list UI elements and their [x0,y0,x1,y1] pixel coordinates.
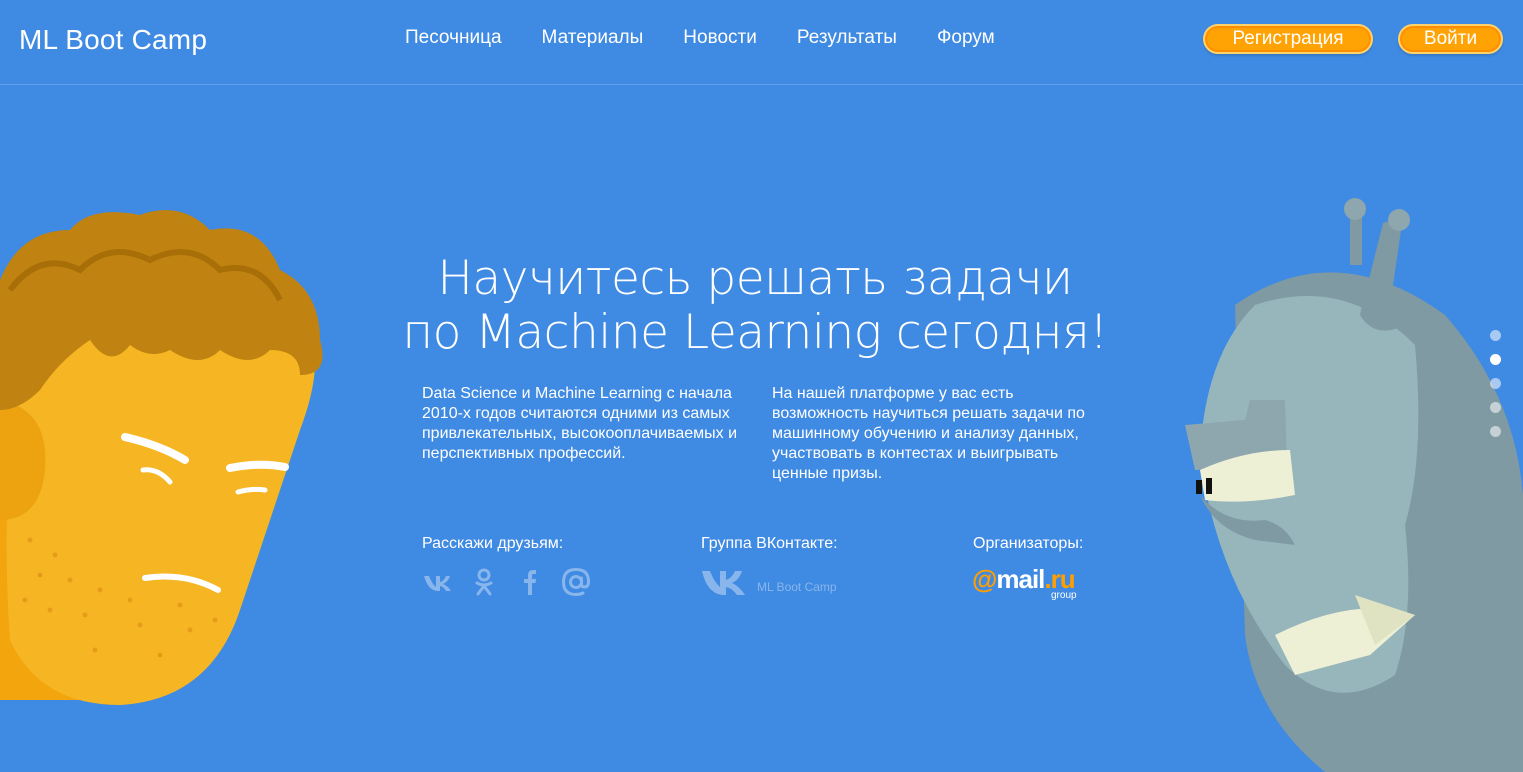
vk-icon[interactable] [422,566,454,598]
mailru-logo-group: group [1051,590,1077,601]
share-label: Расскажи друзьям: [422,535,564,552]
hero-title: Научитесь решать задачи по Machine Learn… [380,252,1130,360]
mailru-logo-at: @ [972,564,997,594]
odnoklassniki-icon[interactable] [468,566,500,598]
intro-paragraph-left: Data Science и Machine Learning с начала… [422,385,738,462]
hero-title-line-1: Научитесь решать задачи [437,251,1073,306]
slide-dot-1[interactable] [1490,330,1501,341]
intro-paragraph-right: На нашей платформе у вас есть возможност… [772,385,1085,482]
slide-dot-4[interactable] [1490,402,1501,413]
login-button[interactable]: Войти [1398,24,1503,54]
facebook-icon[interactable] [514,566,546,598]
register-button[interactable]: Регистрация [1203,24,1373,54]
nav-item-materials[interactable]: Материалы [542,27,644,49]
slider-pagination [1490,330,1501,450]
organizers-label: Организаторы: [973,535,1084,552]
slide-dot-5[interactable] [1490,426,1501,437]
slide-dot-3[interactable] [1490,378,1501,389]
vk-logo-icon [702,571,745,595]
main-nav: Песочница Материалы Новости Результаты Ф… [405,27,995,49]
mailru-logo-mail: mail [996,564,1045,594]
nav-item-results[interactable]: Результаты [797,27,897,49]
nav-item-forum[interactable]: Форум [937,27,995,49]
hero-title-line-2: по Machine Learning сегодня! [402,305,1108,360]
slide-dot-2[interactable] [1490,354,1501,365]
share-icons [422,566,592,598]
top-header: ML Boot Camp Песочница Материалы Новости… [0,0,1523,85]
vk-group-name: ML Boot Camp [757,580,837,594]
nav-item-sandbox[interactable]: Песочница [405,27,502,49]
mail-at-icon[interactable] [560,566,592,598]
vk-group-label: Группа ВКонтакте: [701,535,838,552]
mailru-group-logo[interactable]: @mail.ru group [972,564,1077,601]
robot-face-illustration [1185,198,1523,772]
human-face-illustration [0,210,323,705]
site-logo[interactable]: ML Boot Camp [19,24,207,56]
nav-item-news[interactable]: Новости [683,27,757,49]
vk-group-link[interactable]: ML Boot Camp [701,568,837,598]
